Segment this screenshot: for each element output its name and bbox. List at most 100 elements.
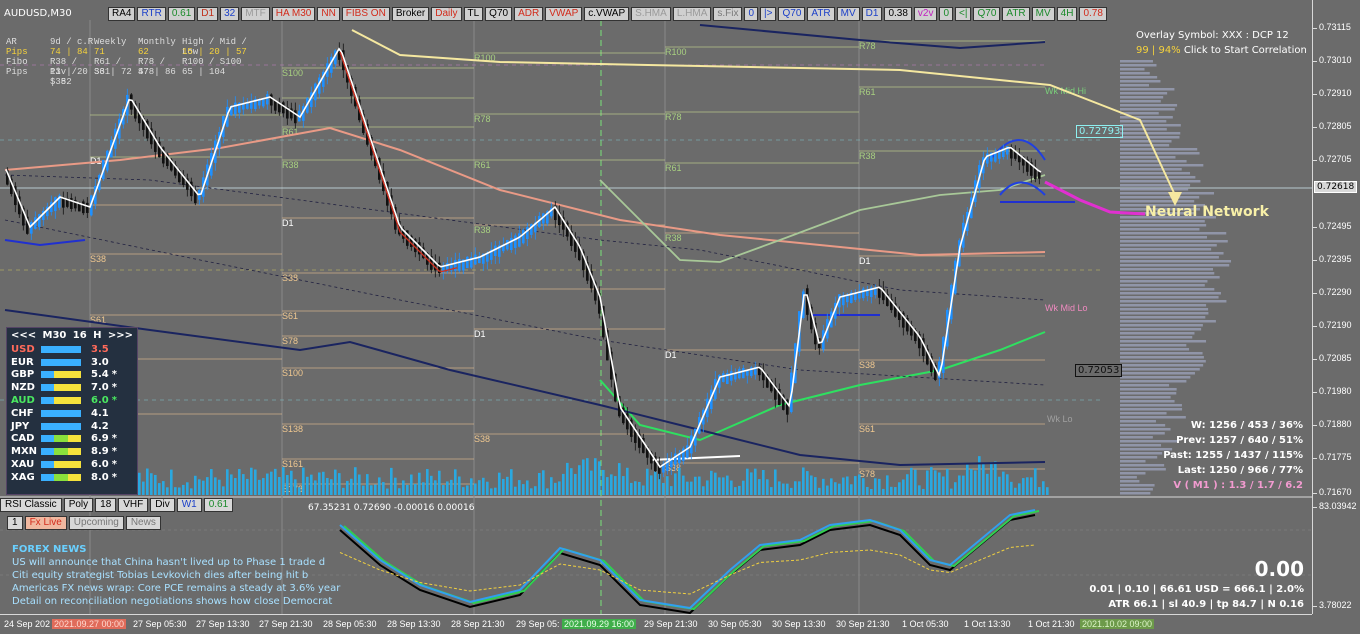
toolbar-btn-0[interactable]: RA4	[108, 6, 136, 21]
strength-bar-seg	[41, 461, 55, 469]
profile-bar	[1120, 200, 1195, 203]
prev-timeframe-button[interactable]: <<<	[11, 330, 36, 341]
toolbar-btn-8[interactable]: FIBS ON	[341, 6, 390, 21]
volume-bar	[590, 470, 593, 495]
rsi-btn-3[interactable]: VHF	[118, 498, 149, 512]
rsi-btn-1[interactable]: Poly	[63, 498, 94, 512]
toolbar-btn-15[interactable]: c.VWAP	[584, 6, 630, 21]
toolbar-btn-25[interactable]: 0.38	[884, 6, 912, 21]
time-label: 2021.09.27 00:00	[52, 619, 127, 629]
toolbar-btn-11[interactable]: TL	[463, 6, 484, 21]
toolbar-btn-32[interactable]: 4H	[1056, 6, 1078, 21]
toolbar-btn-4[interactable]: 32	[220, 6, 240, 21]
price-axis[interactable]: 0.73115 0.73010 0.72910 0.72805 0.72705 0.724…	[1312, 0, 1360, 614]
profile-bar	[1120, 348, 1190, 351]
news-tab-1[interactable]: Fx Live	[24, 516, 67, 530]
toolbar-btn-28[interactable]: <|	[955, 6, 972, 21]
volume-bar	[602, 469, 605, 495]
toolbar-btn-23[interactable]: MV	[836, 6, 860, 21]
news-headline[interactable]: Detail on reconciliation negotiations sh…	[12, 595, 340, 608]
volume-bar	[442, 485, 445, 495]
toolbar-btn-27[interactable]: 0	[939, 6, 954, 21]
profile-bar	[1120, 388, 1177, 391]
price-tick	[1313, 359, 1317, 360]
level-label: R78	[859, 41, 876, 51]
next-timeframe-button[interactable]: >>>	[108, 330, 133, 341]
toolbar-btn-33[interactable]: 0.78	[1079, 6, 1107, 21]
volume-bar	[454, 469, 457, 495]
volume-bar	[722, 477, 725, 495]
toolbar-btn-31[interactable]: MV	[1031, 6, 1055, 21]
profile-bar	[1120, 332, 1195, 335]
strength-bar	[41, 409, 81, 417]
toolbar-btn-12[interactable]: Q70	[485, 6, 513, 21]
news-tab-2[interactable]: Upcoming	[68, 516, 124, 530]
time-label: 1 Oct 21:30	[1028, 619, 1075, 629]
toolbar-btn-18[interactable]: s.Fix	[713, 6, 743, 21]
volume-bar	[234, 478, 237, 495]
toolbar-btn-9[interactable]: Broker	[391, 6, 430, 21]
current-price-box: 0.72618	[1314, 181, 1358, 193]
profile-bar	[1120, 488, 1153, 491]
strength-bar-seg	[41, 409, 55, 417]
rsi-btn-5[interactable]: W1	[176, 498, 202, 512]
correlation-line[interactable]: 99 | 94% Click to Start Correlation	[1136, 43, 1307, 58]
profile-bar	[1120, 92, 1168, 95]
volume-bar	[366, 474, 369, 495]
price-chart[interactable]: R100R100R78R78 R78R61R61 R61R61R38R38R38R3…	[0, 0, 1312, 614]
toolbar-btn-13[interactable]: ADR	[514, 6, 544, 21]
toolbar-btn-7[interactable]: NN	[317, 6, 340, 21]
profile-bar	[1120, 480, 1140, 483]
toolbar-btn-20[interactable]: |>	[760, 6, 777, 21]
toolbar-btn-24[interactable]: D1	[861, 6, 883, 21]
fx-cell: R61 / S61	[94, 57, 122, 77]
news-headline[interactable]: Americas FX news wrap: Core PCE remains …	[12, 582, 340, 595]
profile-bar	[1120, 104, 1178, 107]
toolbar-btn-22[interactable]: ATR	[807, 6, 835, 21]
time-axis[interactable]: 24 Sep 202 2021.09.27 00:00 27 Sep 05:30 27…	[0, 614, 1312, 634]
volume-bar	[266, 473, 269, 495]
toolbar-btn-3[interactable]: D1	[197, 6, 219, 21]
toolbar-btn-1[interactable]: RTR	[137, 6, 166, 21]
toolbar-btn-2[interactable]: 0.61	[167, 6, 196, 21]
volume-bar	[170, 469, 173, 495]
strength-bar-seg	[54, 448, 68, 456]
rsi-btn-2[interactable]: 18	[95, 498, 117, 512]
volume-bar	[550, 477, 553, 495]
price-tick	[1313, 425, 1317, 426]
overlay-symbol-info[interactable]: Overlay Symbol: XXX : DCP 12 99 | 94% Cl…	[1136, 28, 1307, 58]
strength-bar	[41, 345, 81, 353]
rsi-btn-0[interactable]: RSI Classic	[0, 498, 62, 512]
fx-cell: 71	[94, 47, 105, 57]
toolbar-btn-29[interactable]: Q70	[973, 6, 1001, 21]
price-label: 0.73115	[1319, 22, 1351, 32]
toolbar-btn-26[interactable]: v2v	[913, 6, 938, 21]
toolbar-btn-10[interactable]: Daily	[431, 6, 462, 21]
toolbar-btn-19[interactable]: 0	[744, 6, 759, 21]
volume-bar	[222, 486, 225, 495]
news-tab-3[interactable]: News	[125, 516, 161, 530]
strength-bar-seg	[67, 371, 81, 379]
toolbar-btn-30[interactable]: ATR	[1002, 6, 1030, 21]
rsi-btn-4[interactable]: Div	[150, 498, 175, 512]
profile-bar	[1120, 304, 1207, 307]
toolbar-btn-5[interactable]: MTF	[241, 6, 270, 21]
volume-bar	[938, 472, 941, 495]
toolbar-btn-21[interactable]: Q70	[778, 6, 806, 21]
strength-bar-seg	[54, 384, 68, 392]
rsi-btn-6[interactable]: 0.61	[203, 498, 234, 512]
news-headline[interactable]: Citi equity strategist Tobias Levkovich …	[12, 569, 340, 582]
toolbar-btn-6[interactable]: HA M30	[271, 6, 316, 21]
toolbar-btn-14[interactable]: VWAP	[545, 6, 583, 21]
profile-bar	[1120, 268, 1214, 271]
toolbar-btn-16[interactable]: S.HMA	[631, 6, 671, 21]
price-tick	[1313, 507, 1317, 508]
currency-number: 6.0	[91, 459, 109, 471]
toolbar-btn-17[interactable]: L.HMA	[672, 6, 712, 21]
volume-bar	[674, 473, 677, 495]
volume-bar	[238, 469, 241, 495]
profile-bar	[1120, 408, 1183, 411]
news-headline[interactable]: US will announce that China hasn't lived…	[12, 556, 340, 569]
news-tab-0[interactable]: 1	[7, 516, 23, 530]
profile-bar	[1120, 456, 1158, 459]
